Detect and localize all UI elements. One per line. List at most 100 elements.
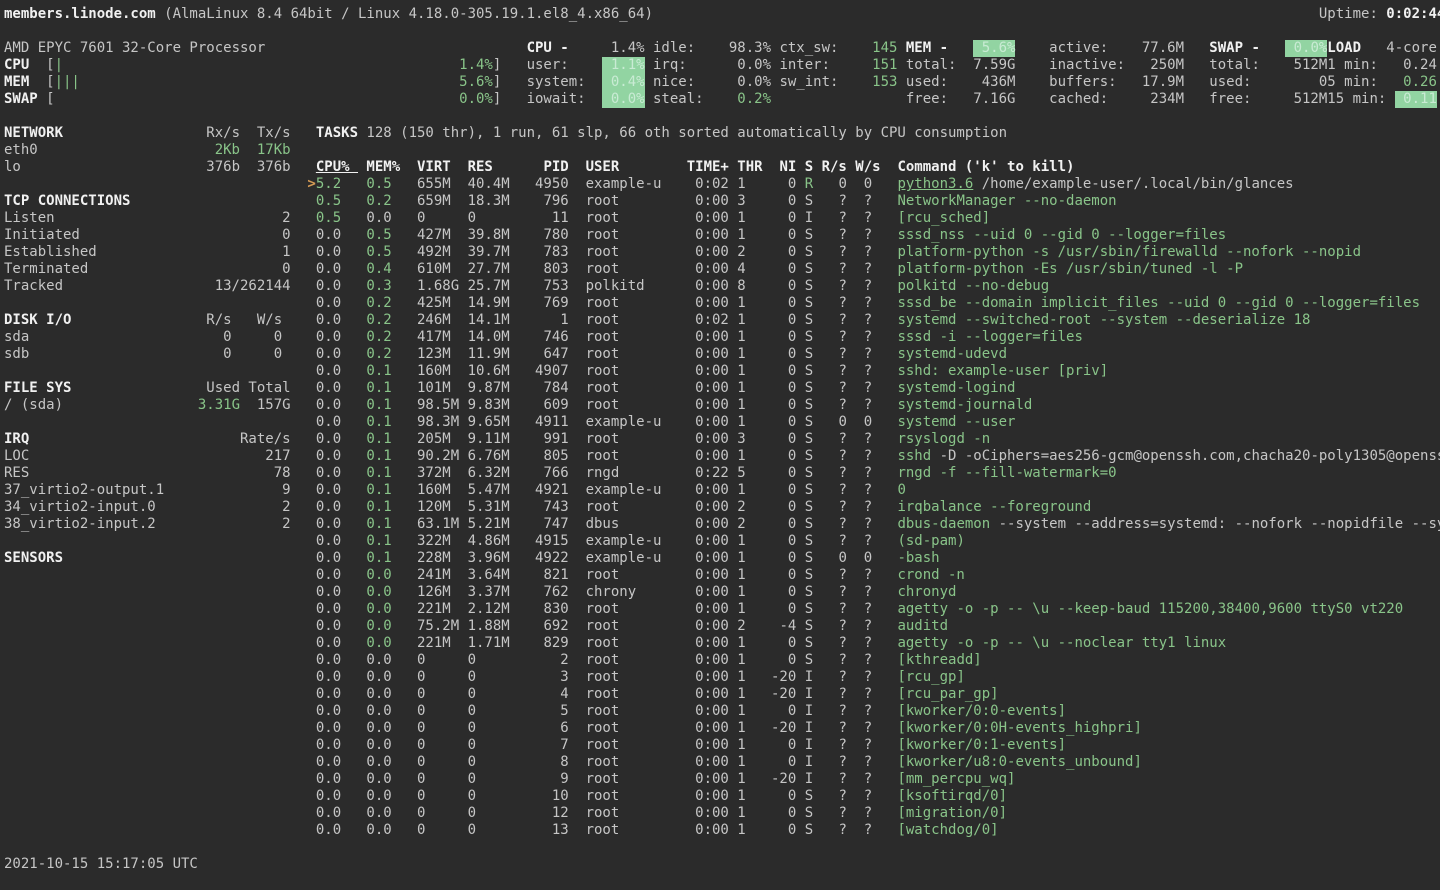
proc-nice: 0 — [788, 176, 796, 193]
proc-command: sshd: — [897, 363, 939, 380]
swap-label: used: — [1209, 74, 1251, 91]
proc-write-rate: ? — [864, 448, 872, 465]
proc-write-rate: ? — [864, 533, 872, 550]
proc-read-rate: ? — [838, 720, 846, 737]
proc-time: 0:00 — [695, 550, 729, 567]
proc-read-rate: ? — [838, 822, 846, 839]
proc-state: S — [805, 533, 813, 550]
proc-mem-percent: 0.0 — [366, 669, 391, 686]
proc-cpu-percent: 0.5 — [316, 210, 341, 227]
network-tx: 17Kb — [257, 142, 291, 159]
proc-user: root — [586, 720, 620, 737]
proc-command: [kworker/0:0-events] — [897, 703, 1066, 720]
proc-cpu-percent: 0.0 — [316, 329, 341, 346]
process-row: 0.00.0002root0:0010S??[kthreadd] — [4, 652, 1440, 669]
proc-pid: 8 — [560, 754, 568, 771]
proc-cpu-percent: 0.0 — [316, 312, 341, 329]
proc-time: 0:00 — [695, 329, 729, 346]
proc-pid: 762 — [543, 584, 568, 601]
proc-user: root — [586, 686, 620, 703]
terminal-line — [4, 23, 1440, 40]
proc-res: 6.76M — [468, 448, 510, 465]
terminal-line: members.linode.com(AlmaLinux 8.4 64bit /… — [4, 6, 1440, 23]
cpu-model: AMD EPYC 7601 32-Core Processor — [4, 40, 265, 57]
proc-command-args: -i --logger=files — [931, 329, 1083, 346]
proc-command: [watchdog/0] — [897, 822, 998, 839]
proc-write-rate: ? — [864, 635, 872, 652]
disk-write: 0 — [274, 329, 282, 346]
proc-read-rate: ? — [838, 584, 846, 601]
proc-read-rate: ? — [838, 567, 846, 584]
proc-read-rate: ? — [838, 261, 846, 278]
proc-user: dbus — [586, 516, 620, 533]
proc-state: S — [805, 414, 813, 431]
proc-user: polkitd — [586, 278, 645, 295]
proc-virt: 0 — [417, 822, 425, 839]
cpu_left-value: 0.0% — [602, 91, 644, 108]
load-value: 0.26 — [1403, 74, 1437, 91]
proc-user: example-u — [586, 176, 662, 193]
col-header-ni: NI — [779, 159, 796, 176]
gauge-close-bracket: ] — [493, 74, 501, 91]
proc-virt: 123M — [417, 346, 451, 363]
proc-nice: 0 — [788, 244, 796, 261]
proc-nice: 0 — [788, 499, 796, 516]
proc-virt: 98.5M — [417, 397, 459, 414]
proc-command: sssd — [897, 329, 931, 346]
proc-command-args: -o -p -- \u --noclear tty1 linux — [948, 635, 1226, 652]
process-row: DISK I/OR/sW/s0.00.2246M14.1M1root0:0210… — [4, 312, 1440, 329]
proc-virt: 0 — [417, 805, 425, 822]
proc-cpu-percent: 0.0 — [316, 618, 341, 635]
cpu_left-value: 0.4% — [602, 74, 644, 91]
mem_left-label: MEM - — [906, 40, 948, 57]
proc-command-args: -f --fill-watermark=0 — [931, 465, 1116, 482]
proc-mem-percent: 0.1 — [366, 380, 391, 397]
proc-time: 0:22 — [695, 465, 729, 482]
proc-mem-percent: 0.1 — [366, 499, 391, 516]
filesys-used: 3.31G — [198, 397, 240, 414]
proc-mem-percent: 0.2 — [366, 346, 391, 363]
proc-write-rate: ? — [864, 720, 872, 737]
proc-cpu-percent: 0.0 — [316, 584, 341, 601]
proc-command-args: -s /usr/sbin/firewalld --nofork --nopid — [1024, 244, 1361, 261]
proc-cpu-percent: 0.0 — [316, 261, 341, 278]
process-row: 38_virtio2-input.220.00.163.1M5.21M747db… — [4, 516, 1440, 533]
proc-threads: 1 — [737, 397, 745, 414]
proc-cpu-percent: 0.0 — [316, 635, 341, 652]
proc-command: sshd — [897, 448, 931, 465]
glances-terminal[interactable]: members.linode.com(AlmaLinux 8.4 64bit /… — [0, 0, 1440, 890]
proc-state: S — [805, 363, 813, 380]
proc-state: S — [805, 380, 813, 397]
proc-write-rate: ? — [864, 788, 872, 805]
proc-pid: 746 — [543, 329, 568, 346]
proc-command: systemd — [897, 414, 956, 431]
proc-threads: 1 — [737, 533, 745, 550]
proc-res: 18.3M — [468, 193, 510, 210]
proc-mem-percent: 0.0 — [366, 720, 391, 737]
process-row: 0.00.2425M14.9M769root0:0010S??sssd_be -… — [4, 295, 1440, 312]
proc-user: example-u — [586, 533, 662, 550]
proc-virt: 1.68G — [417, 278, 459, 295]
proc-pid: 821 — [543, 567, 568, 584]
gauge-open-bracket: [ — [46, 74, 54, 91]
proc-read-rate: ? — [838, 397, 846, 414]
proc-nice: 0 — [788, 363, 796, 380]
proc-read-rate: ? — [838, 193, 846, 210]
proc-mem-percent: 0.1 — [366, 448, 391, 465]
cpu_mid-value: 98.3% — [729, 40, 771, 57]
proc-state: S — [805, 227, 813, 244]
proc-nice: 0 — [788, 482, 796, 499]
terminal-line — [4, 108, 1440, 125]
proc-command: rsyslogd — [897, 431, 964, 448]
proc-time: 0:00 — [695, 754, 729, 771]
proc-state: S — [805, 618, 813, 635]
proc-read-rate: ? — [838, 754, 846, 771]
proc-time: 0:00 — [695, 414, 729, 431]
proc-write-rate: ? — [864, 363, 872, 380]
proc-state: S — [805, 397, 813, 414]
proc-write-rate: ? — [864, 822, 872, 839]
proc-threads: 1 — [737, 686, 745, 703]
proc-nice: 0 — [788, 754, 796, 771]
irq-name: RES — [4, 465, 29, 482]
proc-mem-percent: 0.0 — [366, 686, 391, 703]
